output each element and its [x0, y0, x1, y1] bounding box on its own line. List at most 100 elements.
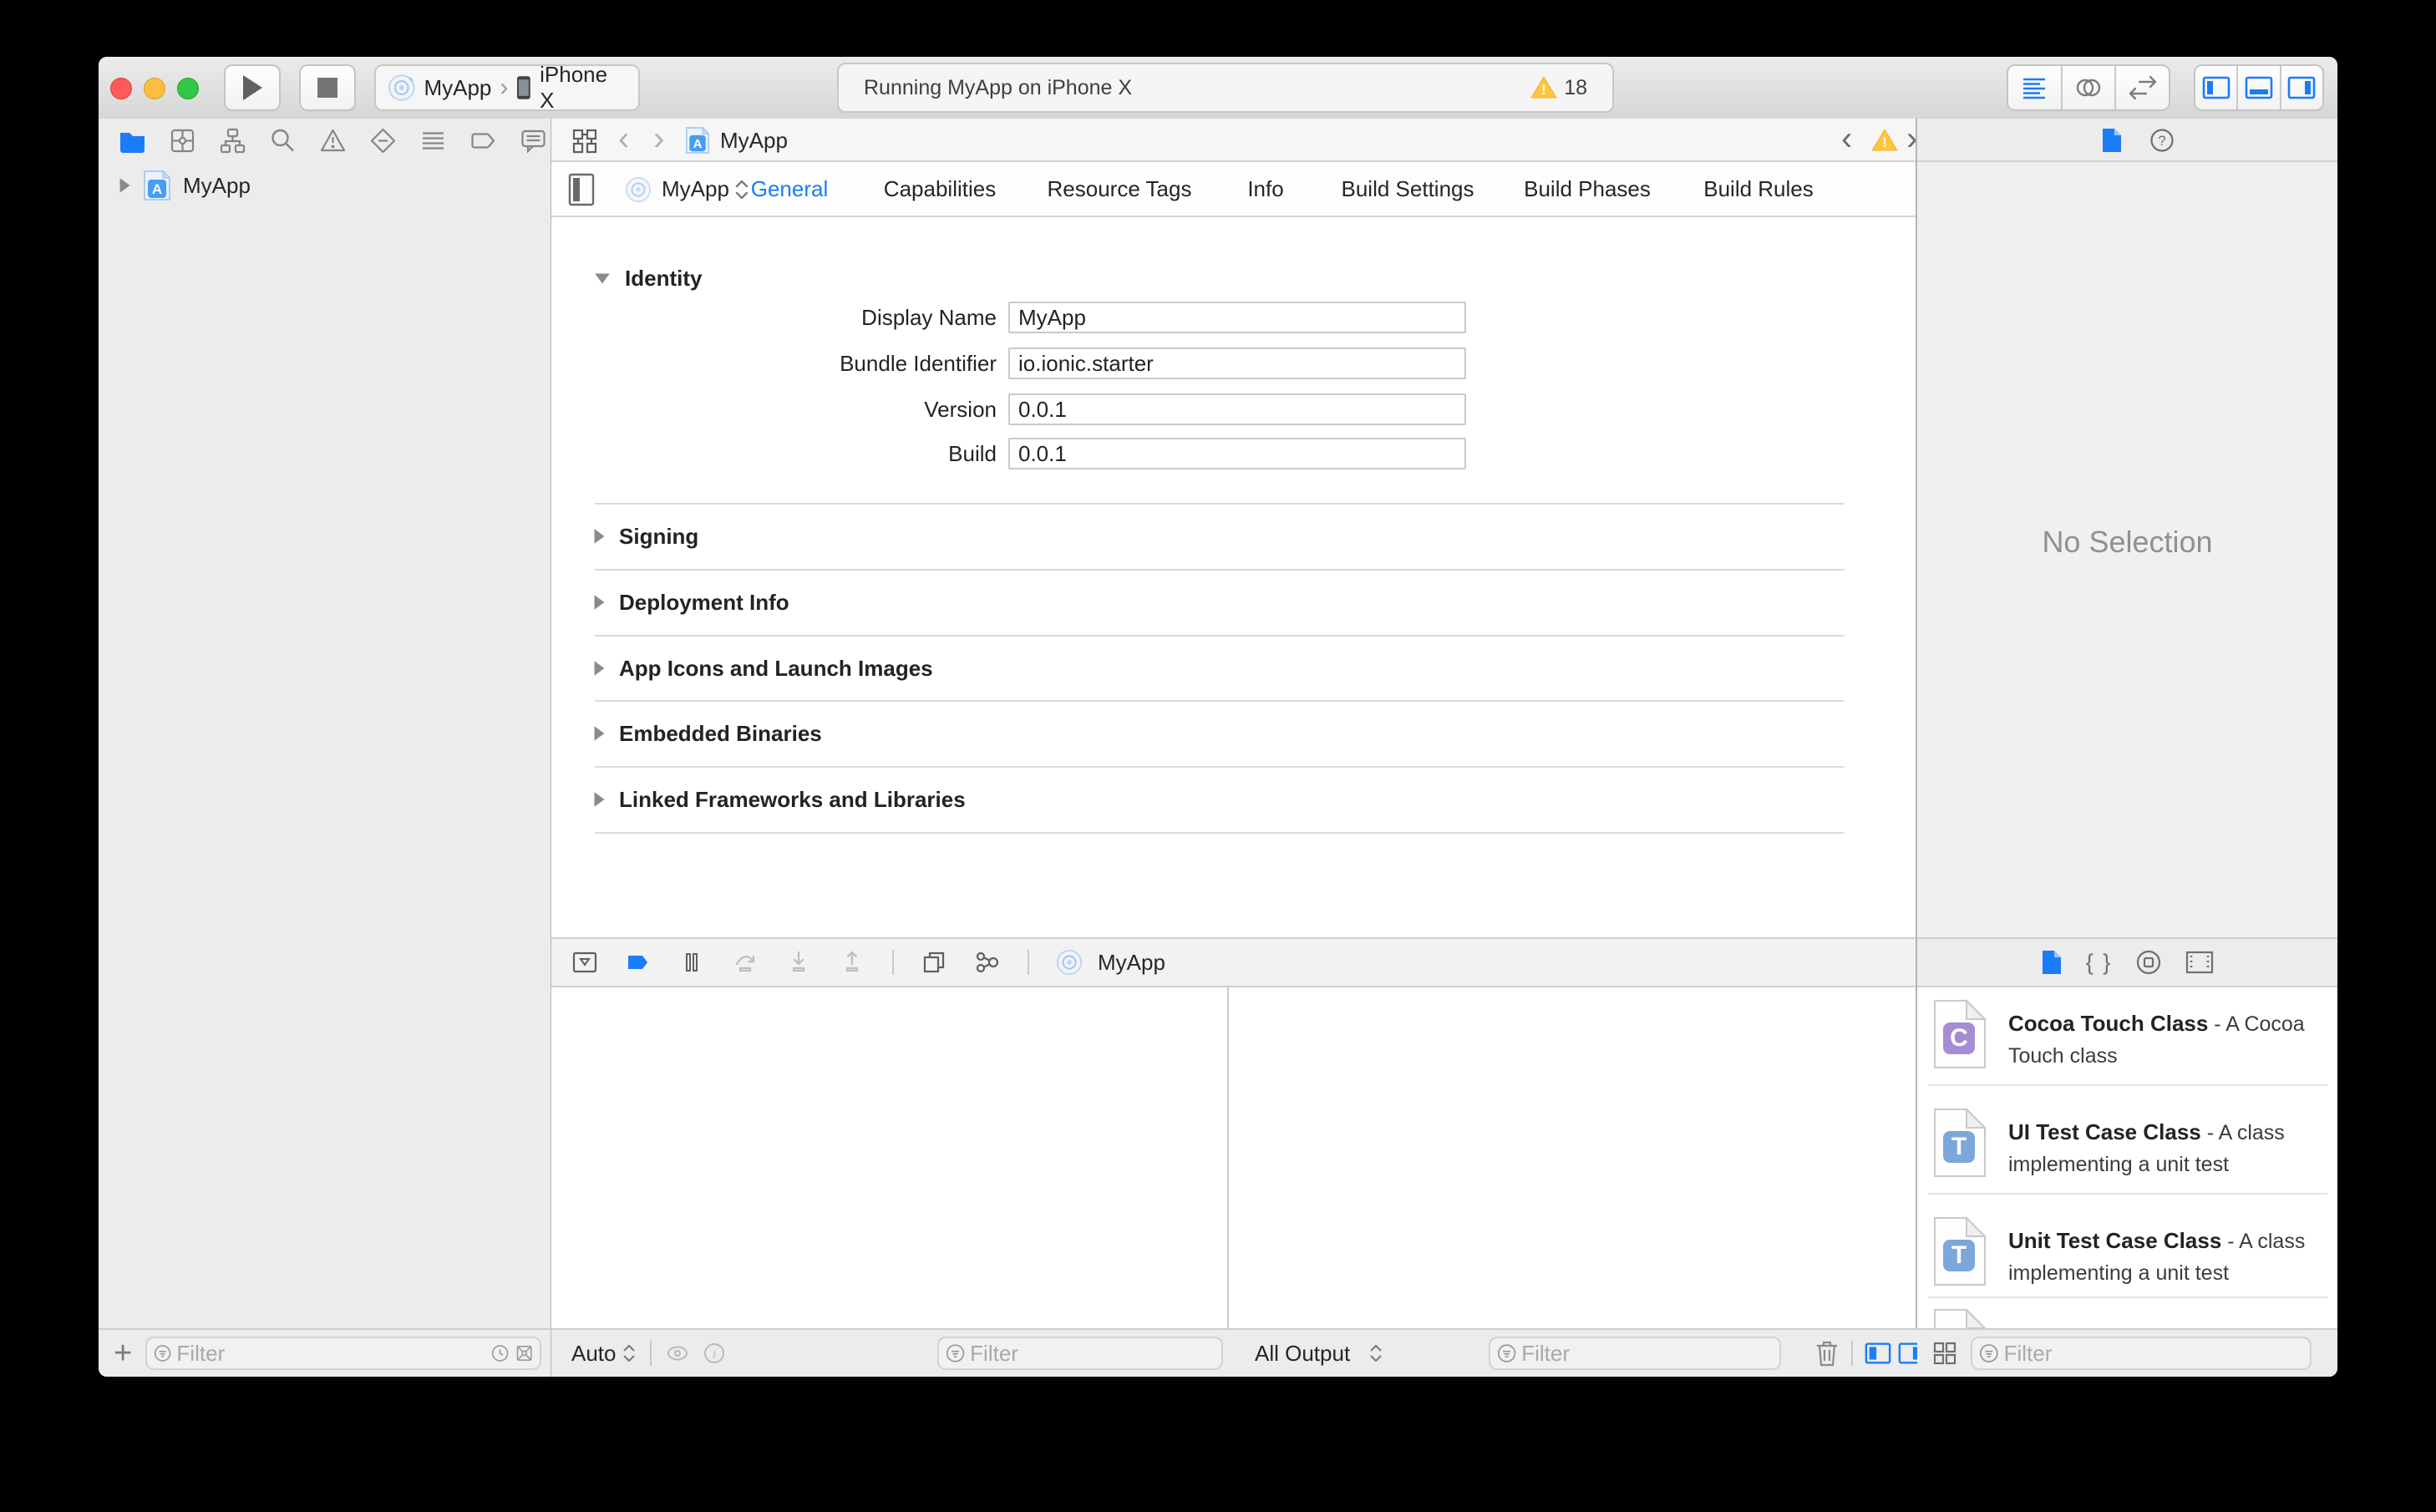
tab-build-settings[interactable]: Build Settings — [1342, 162, 1474, 216]
add-button[interactable]: + — [114, 1337, 132, 1370]
debug-breadcrumb[interactable]: MyApp — [1098, 950, 1165, 976]
version-field[interactable] — [1008, 393, 1466, 425]
breakpoints-toggle-icon[interactable] — [625, 949, 652, 976]
pause-execution-icon[interactable] — [678, 949, 705, 976]
info-icon[interactable]: i — [702, 1341, 727, 1366]
code-snippet-library-icon[interactable]: { } — [2086, 950, 2113, 976]
assistant-editor-button[interactable] — [2063, 66, 2117, 109]
tab-info[interactable]: Info — [1247, 162, 1283, 216]
show-values-eye-icon[interactable] — [665, 1341, 690, 1366]
version-editor-button[interactable] — [2116, 66, 2169, 109]
target-selector[interactable]: MyApp — [662, 162, 729, 216]
object-library-icon[interactable] — [2135, 949, 2162, 976]
hide-debug-area-icon[interactable] — [571, 949, 598, 976]
search-navigator-icon[interactable] — [269, 127, 297, 155]
source-control-navigator-icon[interactable] — [169, 127, 196, 155]
view-debugger-icon[interactable] — [921, 949, 947, 976]
standard-editor-button[interactable] — [2008, 66, 2063, 109]
grid-view-toggle-icon[interactable] — [1932, 1341, 1957, 1366]
minimize-window-button[interactable] — [144, 78, 165, 99]
console-scope-selector[interactable]: All Output — [1255, 1341, 1350, 1367]
step-out-icon[interactable] — [839, 949, 865, 976]
disclosure-triangle[interactable] — [594, 792, 605, 807]
tab-resource-tags[interactable]: Resource Tags — [1048, 162, 1192, 216]
zoom-window-button[interactable] — [177, 78, 199, 99]
display-name-field[interactable] — [1008, 302, 1466, 333]
jumpbar-forward-button[interactable]: › — [653, 119, 664, 162]
variables-filter-field[interactable] — [937, 1337, 1223, 1370]
tab-build-rules[interactable]: Build Rules — [1703, 162, 1814, 216]
jumpbar-current-file[interactable]: MyApp — [720, 119, 788, 162]
warning-icon[interactable]: ! — [1530, 76, 1557, 99]
quick-help-inspector-icon[interactable]: ? — [2149, 128, 2175, 153]
tab-general[interactable]: General — [751, 162, 829, 216]
close-window-button[interactable] — [110, 78, 132, 99]
variables-scope-selector[interactable]: Auto — [571, 1341, 617, 1367]
stop-button[interactable] — [299, 64, 356, 111]
media-library-icon[interactable] — [2185, 950, 2214, 975]
bundle-identifier-field[interactable] — [1008, 348, 1466, 379]
report-navigator-icon[interactable] — [520, 127, 547, 155]
file-template-library-icon[interactable] — [2041, 949, 2063, 976]
file-inspector-icon[interactable] — [2101, 127, 2123, 154]
jumpbar-back-button[interactable]: ‹ — [618, 119, 629, 162]
build-field[interactable] — [1008, 438, 1466, 469]
toggle-navigator-button[interactable] — [2195, 66, 2239, 109]
linked-frameworks-section-header[interactable]: Linked Frameworks and Libraries — [593, 784, 966, 814]
filter-icon — [1497, 1344, 1516, 1362]
debug-bar-separator — [892, 950, 894, 975]
embedded-binaries-section-header[interactable]: Embedded Binaries — [593, 718, 822, 748]
scheme-selector[interactable]: MyApp › iPhone X — [374, 62, 640, 113]
step-over-icon[interactable] — [732, 949, 759, 976]
memory-graph-icon[interactable] — [974, 949, 1001, 976]
tab-build-phases[interactable]: Build Phases — [1524, 162, 1651, 216]
deployment-info-section-header[interactable]: Deployment Info — [593, 587, 789, 617]
toggle-variables-view-icon[interactable] — [1865, 1341, 1891, 1366]
step-into-icon[interactable] — [785, 949, 812, 976]
tab-capabilities[interactable]: Capabilities — [884, 162, 996, 216]
toggle-debug-area-button[interactable] — [2238, 66, 2281, 109]
navigator-filter-input[interactable] — [171, 1340, 491, 1367]
app-icons-section-header[interactable]: App Icons and Launch Images — [593, 653, 933, 683]
target-selector-stepper-icon[interactable] — [733, 179, 750, 200]
library-filter-field[interactable] — [1971, 1337, 2312, 1370]
disclosure-triangle[interactable] — [119, 178, 130, 193]
warning-count[interactable]: 18 — [1564, 76, 1587, 100]
breakpoint-navigator-icon[interactable] — [469, 127, 497, 155]
related-items-icon[interactable] — [571, 128, 598, 155]
disclosure-triangle[interactable] — [594, 595, 605, 610]
variables-console-divider[interactable] — [1227, 987, 1229, 1328]
cocoa-touch-class-template-icon: C — [1934, 999, 1987, 1068]
identity-section-header[interactable]: Identity — [593, 263, 702, 293]
recent-files-clock-icon[interactable] — [491, 1342, 509, 1364]
targets-list-toggle-icon[interactable] — [568, 173, 595, 206]
run-button[interactable] — [224, 64, 281, 111]
previous-issue-button[interactable]: ‹ — [1841, 119, 1852, 162]
jumpbar-warning-icon[interactable]: ! — [1871, 129, 1898, 152]
toggle-inspector-button[interactable] — [2281, 66, 2322, 109]
symbol-navigator-icon[interactable] — [219, 127, 246, 155]
console-filter-field[interactable] — [1489, 1337, 1781, 1370]
section-divider — [595, 503, 1845, 505]
library-filter-input[interactable] — [1998, 1340, 2303, 1367]
disclosure-triangle[interactable] — [594, 529, 605, 544]
disclosure-triangle[interactable] — [594, 726, 605, 741]
disclosure-triangle[interactable] — [594, 661, 605, 676]
library-item-unit-test-case-class[interactable]: Unit Test Case Class - A class implement… — [2008, 1226, 2326, 1291]
project-navigator-icon[interactable] — [119, 127, 146, 155]
console-scope-stepper-icon[interactable] — [1368, 1343, 1383, 1363]
library-item-ui-test-case-class[interactable]: UI Test Case Class - A class implementin… — [2008, 1118, 2326, 1182]
disclosure-triangle-open[interactable] — [595, 273, 610, 283]
source-control-status-icon[interactable] — [515, 1342, 533, 1364]
variables-scope-stepper-icon[interactable] — [622, 1343, 637, 1363]
console-filter-input[interactable] — [1516, 1340, 1773, 1367]
clear-console-trash-icon[interactable] — [1814, 1339, 1840, 1367]
debug-navigator-icon[interactable] — [419, 127, 447, 155]
variables-filter-input[interactable] — [965, 1340, 1215, 1367]
issue-navigator-icon[interactable] — [319, 127, 347, 155]
signing-section-header[interactable]: Signing — [593, 521, 698, 551]
test-navigator-icon[interactable] — [369, 127, 397, 155]
library-item-cocoa-touch-class[interactable]: Cocoa Touch Class - A Cocoa Touch class — [2008, 1009, 2326, 1073]
project-navigator-row[interactable]: A MyApp — [99, 167, 551, 204]
navigator-filter-field[interactable] — [145, 1337, 542, 1370]
